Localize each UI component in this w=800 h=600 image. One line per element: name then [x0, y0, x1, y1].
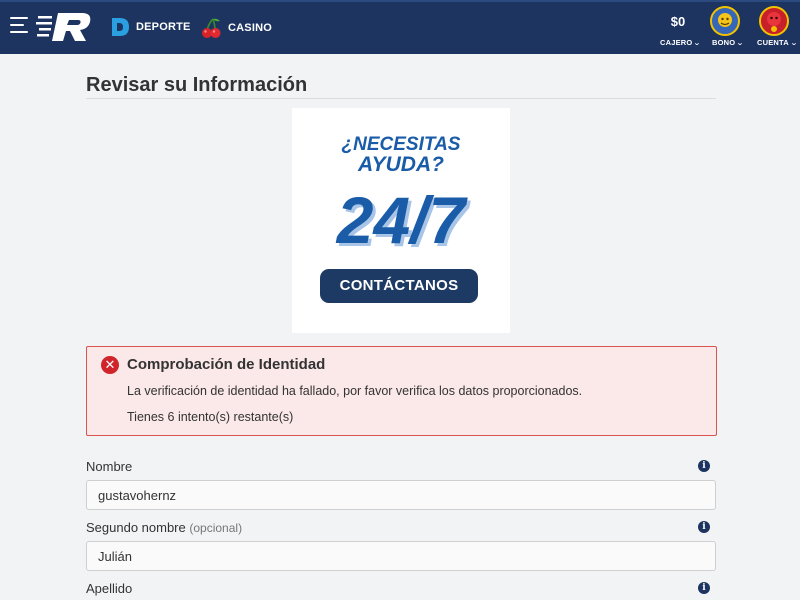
title-divider [86, 98, 716, 99]
bono-button[interactable]: BONO ⌄ [712, 38, 745, 47]
cuenta-button[interactable]: CUENTA ⌄ [757, 38, 798, 47]
menu-icon[interactable] [10, 17, 28, 35]
hours-text: 24/7 [335, 186, 469, 257]
bono-label: BONO [712, 38, 736, 47]
bono-avatar[interactable] [710, 6, 740, 36]
nav-casino[interactable]: CASINO [200, 17, 272, 39]
cuenta-label: CUENTA [757, 38, 789, 47]
label-segundo-nombre-text: Segundo nombre [86, 520, 186, 535]
cajero-label: CAJERO [660, 38, 693, 47]
cherry-icon [202, 18, 221, 38]
segundo-nombre-input[interactable] [86, 541, 716, 571]
balance-amount[interactable]: $0 [660, 14, 696, 29]
identity-check-alert: ✕ Comprobación de Identidad La verificac… [86, 346, 717, 436]
nav-deporte[interactable]: DEPORTE [110, 17, 191, 37]
cajero-button[interactable]: CAJERO ⌄ [660, 38, 701, 47]
help-banner-line2: AYUDA? [358, 153, 444, 176]
label-apellido-text: Apellido [86, 581, 133, 596]
top-border-line [0, 0, 800, 2]
alert-message: La verificación de identidad ha fallado,… [127, 384, 583, 398]
alert-attempts: Tienes 6 intento(s) restante(s) [127, 410, 294, 424]
chevron-down-icon: ⌄ [736, 39, 745, 47]
label-nombre-text: Nombre [86, 459, 133, 474]
optional-tag: (opcional) [189, 521, 243, 535]
info-icon[interactable]: i [698, 521, 710, 533]
chevron-down-icon: ⌄ [693, 39, 702, 47]
nombre-input[interactable] [86, 480, 716, 510]
nav-casino-label: CASINO [228, 22, 272, 34]
field-label-apellido: Apellido [86, 581, 132, 596]
alert-title: Comprobación de Identidad [127, 356, 326, 373]
field-label-nombre: Nombre [86, 459, 132, 474]
deporte-d-icon [112, 18, 129, 36]
help-banner[interactable]: ¿NECESITAS AYUDA? 24/7 24/7 CONTÁCTANOS [292, 108, 510, 333]
brand-logo[interactable] [36, 10, 94, 44]
cuenta-avatar[interactable] [759, 6, 789, 36]
info-icon[interactable]: i [698, 582, 710, 594]
top-navigation-bar: DEPORTE CASINO $0 CAJERO ⌄ BONO ⌄ CUENTA… [0, 0, 800, 54]
field-label-segundo-nombre: Segundo nombre (opcional) [86, 520, 242, 535]
info-icon[interactable]: i [698, 460, 710, 472]
contact-button[interactable]: CONTÁCTANOS [320, 269, 478, 303]
help-banner-hours: 24/7 24/7 [335, 186, 472, 258]
help-banner-line1: ¿NECESITAS [341, 134, 461, 155]
page-title: Revisar su Información [86, 74, 308, 96]
error-icon: ✕ [101, 356, 119, 374]
nav-deporte-label: DEPORTE [136, 21, 191, 33]
chevron-down-icon: ⌄ [789, 39, 798, 47]
